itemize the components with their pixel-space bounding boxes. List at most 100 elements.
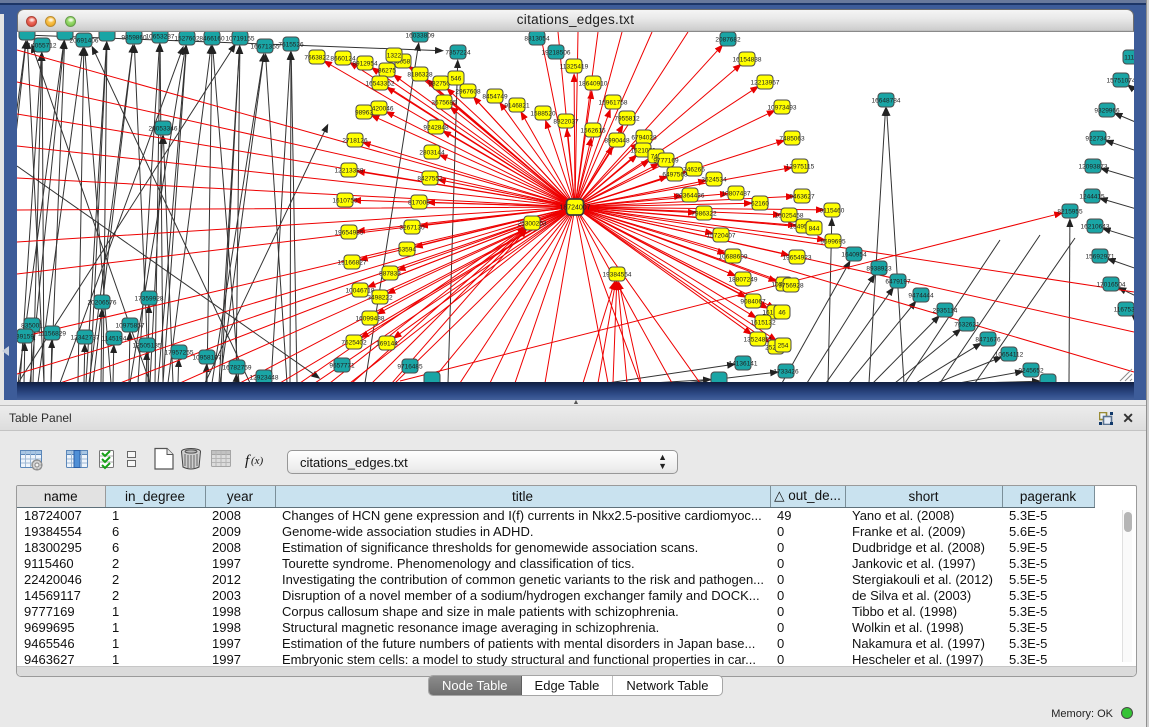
svg-text:8427552: 8427552	[417, 176, 443, 183]
svg-text:9859860: 9859860	[121, 35, 147, 42]
svg-text:39159: 39159	[17, 334, 34, 341]
svg-text:10973493: 10973493	[768, 105, 797, 112]
svg-text:8322037: 8322037	[553, 119, 579, 126]
svg-text:9146821: 9146821	[504, 103, 530, 110]
svg-text:8912954: 8912954	[352, 61, 378, 68]
svg-text:6497568: 6497568	[662, 172, 688, 179]
svg-text:17016504: 17016504	[1097, 282, 1126, 289]
svg-text:8466160: 8466160	[199, 36, 225, 43]
svg-text:1588520: 1588520	[530, 111, 556, 118]
svg-text:9463627: 9463627	[789, 194, 815, 201]
svg-text:16543352: 16543352	[366, 81, 395, 88]
svg-text:36275: 36275	[378, 68, 396, 75]
svg-text:9245652: 9245652	[1018, 368, 1044, 375]
svg-text:9242848: 9242848	[423, 125, 449, 132]
svg-text:817006: 817006	[408, 200, 430, 207]
svg-text:6794028: 6794028	[631, 135, 657, 142]
svg-text:16210643: 16210643	[1081, 224, 1110, 231]
svg-text:1322: 1322	[387, 53, 402, 60]
svg-text:10046718: 10046718	[346, 288, 375, 295]
svg-text:9329966: 9329966	[1094, 108, 1120, 115]
svg-text:7485063: 7485063	[779, 136, 805, 143]
svg-text:7955812: 7955812	[614, 116, 640, 123]
svg-text:11156829: 11156829	[38, 331, 66, 338]
svg-text:2935114: 2935114	[933, 308, 958, 315]
svg-text:12213967: 12213967	[751, 80, 780, 87]
svg-text:3624534: 3624534	[701, 177, 727, 184]
svg-text:7357224: 7357224	[445, 50, 471, 57]
svg-text:835001: 835001	[21, 323, 43, 330]
svg-text:16033809: 16033809	[406, 33, 435, 40]
svg-text:7986322: 7986322	[691, 211, 717, 218]
svg-text:10688609: 10688609	[719, 254, 748, 261]
svg-text:887833: 887833	[379, 271, 401, 278]
svg-text:17957255: 17957255	[165, 350, 194, 357]
svg-text:12505135: 12505135	[133, 343, 162, 350]
svg-text:3267130: 3267130	[399, 225, 425, 232]
svg-text:1562615: 1562615	[580, 128, 606, 135]
svg-text:15751074: 15751074	[1107, 78, 1134, 85]
svg-text:53594: 53594	[398, 247, 416, 254]
svg-text:10653287: 10653287	[146, 34, 175, 41]
svg-text:8471676: 8471676	[975, 337, 1001, 344]
svg-text:10719155: 10719155	[226, 36, 255, 43]
svg-text:19654985: 19654985	[335, 230, 364, 237]
svg-text:12093873: 12093873	[1079, 164, 1108, 171]
svg-text:19654923: 19654923	[783, 255, 812, 262]
svg-text:20206576: 20206576	[88, 300, 117, 307]
svg-text:62160: 62160	[751, 201, 769, 208]
svg-text:6479197: 6479197	[885, 279, 911, 286]
svg-text:16099488: 16099488	[356, 316, 385, 323]
svg-text:(x): (x)	[251, 455, 264, 467]
svg-text:9657771: 9657771	[329, 363, 355, 370]
svg-text:18807249: 18807249	[729, 277, 758, 284]
svg-text:169144: 169144	[376, 341, 398, 348]
svg-text:8186328: 8186328	[407, 72, 433, 79]
svg-text:25300203: 25300203	[518, 221, 547, 228]
svg-text:12923448: 12923448	[250, 375, 279, 382]
svg-text:19166827: 19166827	[338, 260, 367, 267]
svg-text:9115460: 9115460	[820, 208, 845, 215]
svg-text:19218506: 19218506	[542, 50, 571, 57]
svg-text:8938923: 8938923	[866, 266, 892, 273]
svg-text:18724007: 18724007	[559, 205, 590, 212]
svg-text:1527602: 1527602	[174, 36, 200, 43]
svg-text:1610755: 1610755	[332, 198, 358, 205]
svg-text:16671355: 16671355	[251, 44, 280, 51]
svg-text:1733426: 1733426	[773, 369, 799, 376]
svg-text:19384554: 19384554	[603, 272, 632, 279]
svg-text:10025458: 10025458	[775, 213, 804, 220]
svg-text:15692971: 15692971	[1086, 254, 1115, 261]
svg-text:20053346: 20053346	[149, 126, 178, 133]
svg-text:12975115: 12975115	[786, 164, 815, 171]
svg-text:10654112: 10654112	[995, 352, 1024, 359]
svg-text:844: 844	[809, 226, 820, 233]
svg-text:1112: 1112	[1124, 55, 1134, 62]
svg-text:3675685: 3675685	[431, 100, 457, 107]
svg-text:3498222: 3498222	[367, 295, 393, 302]
svg-text:8215955: 8215955	[1057, 209, 1083, 216]
svg-text:11325419: 11325419	[560, 64, 589, 71]
svg-text:9474444: 9474444	[908, 293, 934, 300]
svg-text:2967608: 2967608	[455, 89, 481, 96]
svg-text:16154838: 16154838	[733, 57, 762, 64]
svg-text:8454749: 8454749	[482, 94, 508, 101]
svg-text:1167534: 1167534	[1114, 307, 1134, 314]
svg-text:16961758: 16961758	[599, 100, 628, 107]
svg-text:254: 254	[778, 343, 789, 350]
svg-text:98963: 98963	[355, 110, 373, 117]
svg-text:9227342: 9227342	[1085, 136, 1111, 143]
svg-text:1615132: 1615132	[750, 320, 776, 327]
svg-text:7515526: 7515526	[278, 42, 304, 49]
svg-text:546: 546	[451, 76, 462, 83]
svg-text:1145194: 1145194	[102, 336, 127, 343]
svg-text:1244415: 1244415	[1079, 194, 1105, 201]
svg-text:12342737: 12342737	[71, 335, 100, 342]
svg-text:7625402: 7625402	[341, 340, 367, 347]
svg-text:10975857: 10975857	[116, 323, 145, 330]
svg-text:17359928: 17359928	[135, 296, 164, 303]
svg-text:12213389: 12213389	[335, 168, 364, 175]
svg-text:20364436: 20364436	[676, 193, 705, 200]
svg-text:10958107: 10958107	[193, 355, 222, 362]
svg-text:16782759: 16782759	[223, 365, 252, 372]
